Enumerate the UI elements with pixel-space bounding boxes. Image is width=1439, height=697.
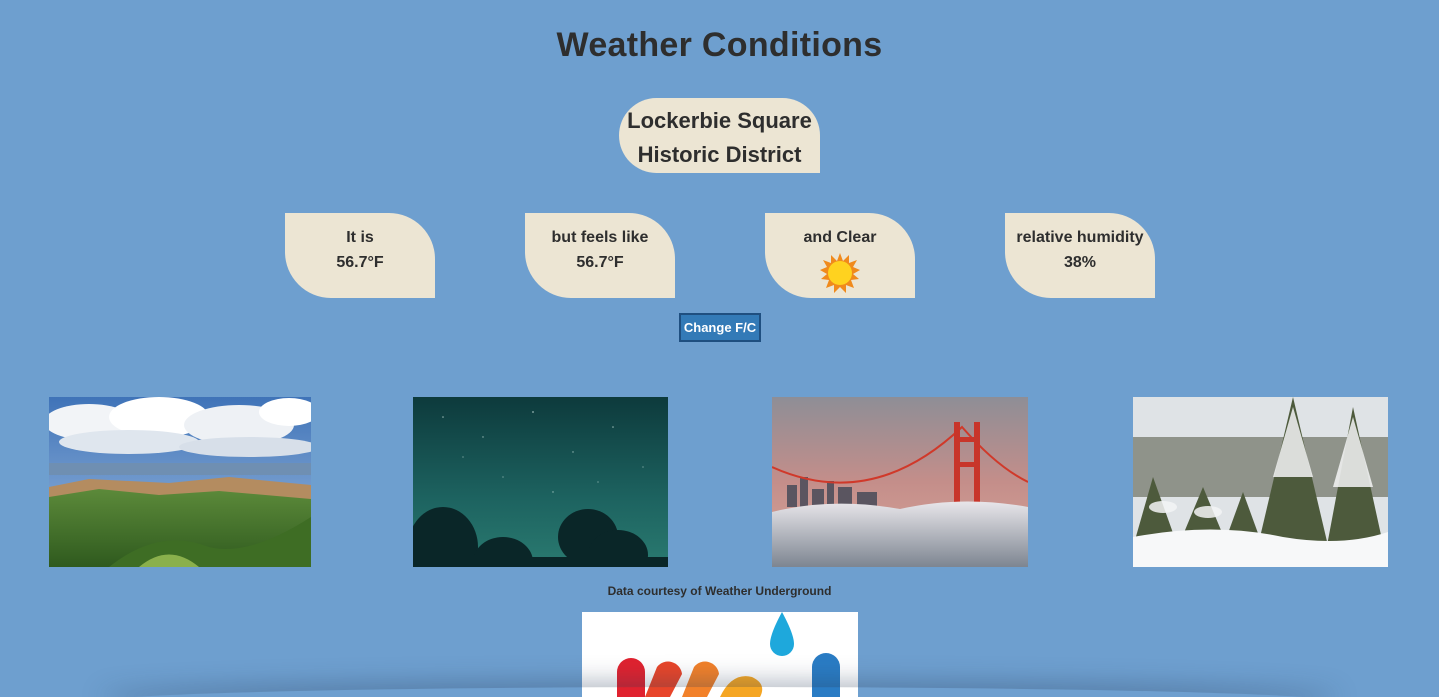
location-badge: Lockerbie Square Historic District bbox=[619, 98, 820, 173]
data-credit: Data courtesy of Weather Underground bbox=[607, 584, 832, 598]
feels-like-card: but feels like 56.7°F bbox=[525, 213, 675, 298]
location-line-2: Historic District bbox=[637, 142, 802, 167]
page-title: Weather Conditions bbox=[556, 26, 883, 64]
canyon-landscape-photo bbox=[49, 397, 311, 567]
night-sky-photo bbox=[413, 397, 668, 567]
location-line-1: Lockerbie Square bbox=[627, 108, 812, 133]
sky-condition-label: and Clear bbox=[803, 229, 877, 246]
golden-gate-fog-photo bbox=[772, 397, 1028, 567]
sky-condition-card: and Clear bbox=[765, 213, 915, 298]
humidity-card: relative humidity 38% bbox=[1005, 213, 1155, 298]
weather-underground-logo[interactable] bbox=[582, 612, 858, 697]
temperature-value: 56.7°F bbox=[336, 254, 384, 271]
humidity-value: 38% bbox=[1063, 254, 1097, 271]
temperature-card: It is 56.7°F bbox=[285, 213, 435, 298]
bottom-shadow bbox=[100, 687, 1339, 697]
sun-icon bbox=[820, 253, 860, 293]
feels-like-label: but feels like bbox=[551, 229, 649, 246]
temperature-label: It is bbox=[346, 229, 374, 246]
feels-like-value: 56.7°F bbox=[576, 254, 624, 271]
weather-page: Weather Conditions Lockerbie Square Hist… bbox=[0, 0, 1439, 697]
change-units-button[interactable]: Change F/C bbox=[679, 313, 761, 342]
humidity-label: relative humidity bbox=[1016, 229, 1144, 246]
snowy-forest-photo bbox=[1133, 397, 1388, 567]
